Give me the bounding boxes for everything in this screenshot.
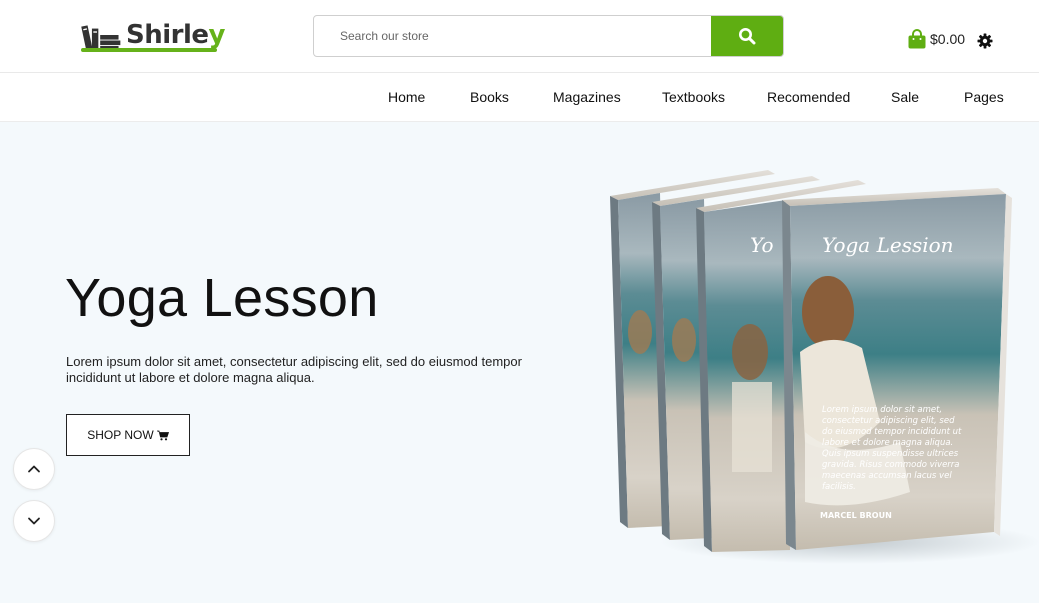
logo-text: Shirley (126, 20, 225, 50)
top-header: Shirley $0.00 (0, 0, 1039, 73)
nav-item-textbooks[interactable]: Textbooks (662, 89, 725, 105)
main-nav: Home Books Magazines Textbooks Recomende… (0, 73, 1039, 122)
cover-text-line: gravida. Risus commodo viverra (822, 460, 960, 470)
cover-text-line: maecenas accumsan lacus vel (822, 471, 952, 481)
cover-text-line: labore et dolore magna aliqua. (822, 438, 953, 448)
cart-button[interactable]: $0.00 (907, 29, 965, 49)
hero-slider: Yoga Lesson Lorem ipsum dolor sit amet, … (0, 122, 1039, 603)
shop-now-button[interactable]: SHOP NOW (66, 414, 190, 456)
nav-item-pages[interactable]: Pages (964, 89, 1004, 105)
hero-title: Yoga Lesson (65, 268, 379, 328)
slide-down-button[interactable] (13, 500, 55, 542)
cover-text-line: Lorem ipsum dolor sit amet, (822, 405, 942, 415)
cover-text-line: consectetur adipiscing elit, sed (822, 416, 955, 426)
nav-item-magazines[interactable]: Magazines (553, 89, 621, 105)
slide-up-button[interactable] (13, 448, 55, 490)
nav-item-sale[interactable]: Sale (891, 89, 919, 105)
cart-icon (156, 430, 169, 440)
hero-description: Lorem ipsum dolor sit amet, consectetur … (66, 354, 522, 385)
nav-item-books[interactable]: Books (470, 89, 509, 105)
search-icon (739, 28, 756, 45)
chevron-up-icon (28, 465, 40, 473)
book-stack-image: Yo Yoga Lession Lorem ipsum dolor sit am… (610, 170, 1039, 564)
logo-underline (81, 48, 217, 52)
cover-title: Yoga Lession (822, 233, 954, 257)
cart-amount: $0.00 (930, 31, 966, 47)
shopping-bag-icon (908, 29, 926, 49)
cover-text-line: do eiusmod tempor incididunt ut (822, 427, 962, 437)
gear-icon[interactable] (977, 33, 993, 49)
cover-author: MARCEL BROUN (820, 511, 892, 520)
nav-item-recomended[interactable]: Recomended (767, 89, 850, 105)
cover-text-line: facilisis. (822, 482, 856, 492)
search-bar (313, 15, 784, 57)
shop-now-label: SHOP NOW (87, 428, 154, 442)
nav-item-home[interactable]: Home (388, 89, 425, 105)
search-input[interactable] (314, 16, 712, 56)
chevron-down-icon (28, 517, 40, 525)
search-button[interactable] (711, 16, 783, 56)
cover-text-line: Quis ipsum suspendisse ultrices (822, 449, 959, 459)
spine-title: Yo (750, 233, 774, 257)
